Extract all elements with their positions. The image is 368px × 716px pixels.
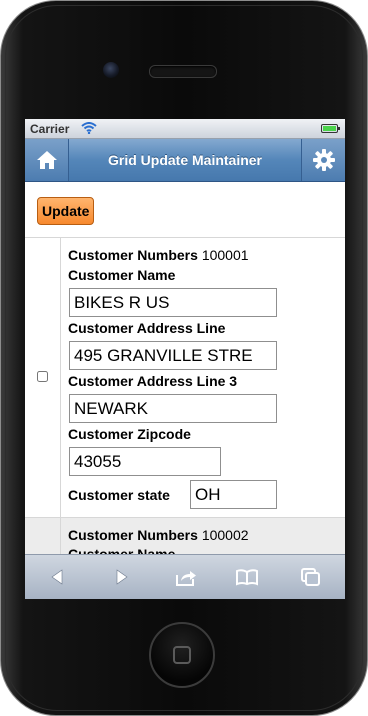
customer-number-value: 100001: [201, 247, 249, 263]
customer-address3-label: Customer Address Line 3: [68, 373, 238, 389]
customer-number-label: Customer Numbers 100002: [68, 527, 249, 543]
screen: Carrier Grid Update Maintainer Update Cu…: [25, 119, 345, 599]
customer-address-field[interactable]: 495 GRANVILLE STRE: [69, 341, 277, 370]
customer-zipcode-field[interactable]: 43055: [69, 447, 221, 476]
bookmarks-icon[interactable]: [236, 567, 258, 587]
home-square-icon: [173, 646, 191, 664]
home-button[interactable]: [149, 622, 215, 688]
row-select-cell: [25, 238, 61, 518]
status-bar: Carrier: [25, 119, 345, 139]
header-bar: Grid Update Maintainer: [25, 139, 345, 182]
customer-zipcode-label: Customer Zipcode: [68, 426, 191, 442]
table-row: Customer Numbers 100001 Customer Name BI…: [25, 237, 345, 518]
customer-state-field[interactable]: OH: [190, 480, 277, 509]
page-title: Grid Update Maintainer: [107, 152, 263, 168]
update-button[interactable]: Update: [37, 197, 95, 225]
customer-name-label: Customer Name: [68, 267, 176, 283]
customer-address-label: Customer Address Line: [68, 320, 226, 336]
wifi-icon: [81, 122, 97, 134]
camera-icon: [103, 62, 119, 78]
gear-icon: [312, 149, 335, 171]
back-icon[interactable]: [47, 567, 69, 587]
customer-address3-field[interactable]: NEWARK: [69, 394, 277, 423]
customer-number-value: 100002: [201, 527, 249, 543]
browser-toolbar: [25, 554, 345, 599]
battery-icon: [321, 124, 340, 133]
customer-name-field[interactable]: BIKES R US: [69, 288, 277, 317]
row-checkbox[interactable]: [37, 371, 48, 382]
customer-state-label: Customer state: [68, 487, 170, 503]
customer-number-label: Customer Numbers 100001: [68, 247, 249, 263]
home-nav-button[interactable]: [25, 139, 69, 181]
carrier-label: Carrier: [30, 122, 70, 136]
share-icon[interactable]: [175, 567, 197, 587]
house-icon: [36, 151, 57, 169]
forward-icon[interactable]: [110, 567, 132, 587]
tabs-icon[interactable]: [300, 567, 322, 587]
settings-button[interactable]: [301, 139, 345, 181]
speaker-grille: [149, 65, 217, 78]
phone-frame: Carrier Grid Update Maintainer Update Cu…: [0, 0, 368, 716]
